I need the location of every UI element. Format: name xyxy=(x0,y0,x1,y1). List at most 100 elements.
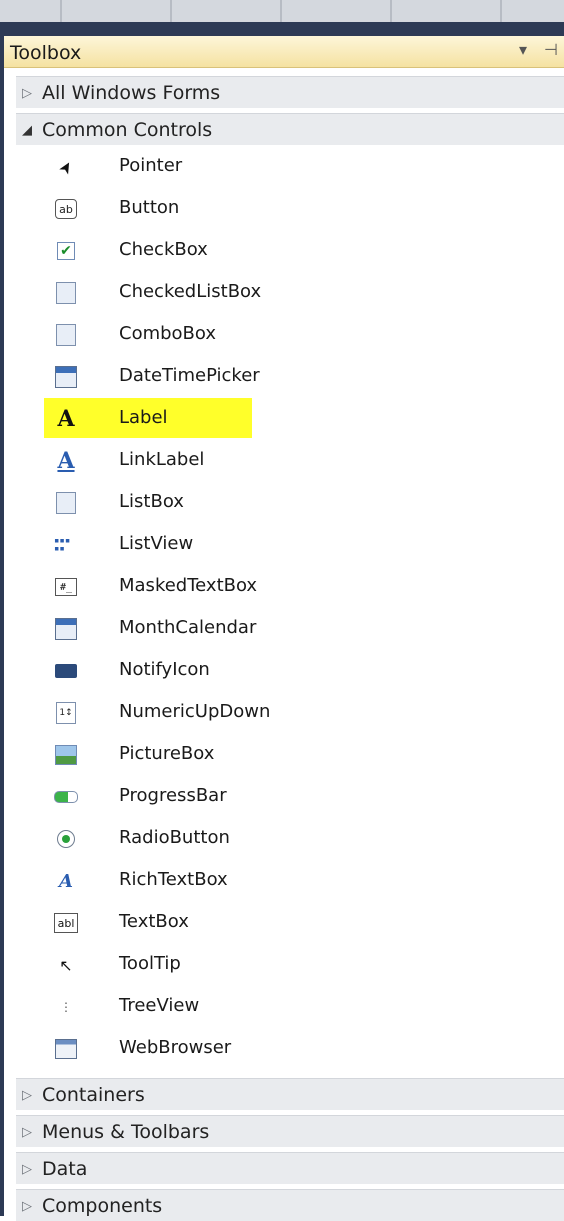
item-label: ListBox xyxy=(119,491,184,512)
numericupdown-icon: 1↕ xyxy=(56,702,76,724)
label-icon: A xyxy=(57,406,75,432)
datetimepicker-icon xyxy=(55,366,77,388)
item-icon-wrapper xyxy=(54,785,78,809)
toolbox-item-pointer[interactable]: ➤ Pointer xyxy=(16,146,564,188)
textbox-icon: abl xyxy=(54,913,78,933)
group-label: Data xyxy=(42,1158,88,1180)
maskedtextbox-icon: #_ xyxy=(55,578,77,596)
collapsed-arrow-icon[interactable]: ▷ xyxy=(22,1088,32,1103)
toolbox-title: Toolbox xyxy=(10,42,82,64)
item-icon-wrapper: #_ xyxy=(54,575,78,599)
tooltip-icon: ↖ xyxy=(59,955,73,975)
toolbox-title-bar[interactable]: Toolbox ▾ ⊣ xyxy=(4,36,564,68)
item-label: TreeView xyxy=(119,995,200,1016)
picturebox-icon xyxy=(55,745,77,765)
item-label: TextBox xyxy=(119,911,189,932)
collapsed-arrow-icon[interactable]: ▷ xyxy=(22,86,32,101)
item-icon-wrapper: ⋮ xyxy=(54,995,78,1019)
toolbox-item-label[interactable]: A Label xyxy=(16,398,564,440)
toolbox-item-notifyicon[interactable]: NotifyIcon xyxy=(16,650,564,692)
toolbox-item-progressbar[interactable]: ProgressBar xyxy=(16,776,564,818)
item-icon-wrapper: ✔ xyxy=(54,239,78,263)
window-frame-bar xyxy=(0,22,564,36)
item-icon-wrapper xyxy=(54,617,78,641)
item-label: WebBrowser xyxy=(119,1037,232,1058)
item-icon-wrapper: ➤ xyxy=(54,155,78,179)
item-label: Button xyxy=(119,197,180,218)
toolbox-item-listview[interactable]: ▪▪▪ ▪▪ ListView xyxy=(16,524,564,566)
toolbox-item-richtextbox[interactable]: A RichTextBox xyxy=(16,860,564,902)
toolbox-item-maskedtextbox[interactable]: #_ MaskedTextBox xyxy=(16,566,564,608)
pointer-icon: ➤ xyxy=(54,156,78,178)
progressbar-icon xyxy=(54,791,78,803)
group-label: Components xyxy=(42,1195,163,1217)
toolbox-item-linklabel[interactable]: A LinkLabel xyxy=(16,440,564,482)
item-icon-wrapper: ab xyxy=(54,197,78,221)
item-label: ComboBox xyxy=(119,323,217,344)
item-icon-wrapper: abl xyxy=(54,911,78,935)
listbox-icon xyxy=(56,492,76,514)
item-label: ProgressBar xyxy=(119,785,227,806)
item-label: CheckBox xyxy=(119,239,208,260)
toolbox-item-combobox[interactable]: ComboBox xyxy=(16,314,564,356)
combobox-icon xyxy=(56,324,76,346)
linklabel-icon: A xyxy=(57,448,75,474)
item-label: ListView xyxy=(119,533,194,554)
item-label: PictureBox xyxy=(119,743,215,764)
group-label: All Windows Forms xyxy=(42,82,221,104)
toolbox-item-textbox[interactable]: abl TextBox xyxy=(16,902,564,944)
group-containers[interactable]: ▷ Containers xyxy=(16,1078,564,1110)
toolbox-panel: ▷ All Windows Forms ◢ Common Controls ➤ Point… xyxy=(4,68,564,1221)
toolbox-item-treeview[interactable]: ⋮ TreeView xyxy=(16,986,564,1028)
group-menus-toolbars[interactable]: ▷ Menus & Toolbars xyxy=(16,1115,564,1147)
checkedlistbox-icon xyxy=(56,282,76,304)
toolbox-item-monthcalendar[interactable]: MonthCalendar xyxy=(16,608,564,650)
group-all-windows-forms[interactable]: ▷ All Windows Forms xyxy=(16,76,564,108)
item-label: CheckedListBox xyxy=(119,281,262,302)
item-icon-wrapper xyxy=(54,827,78,851)
group-label: Containers xyxy=(42,1084,145,1106)
toolbox-item-checkbox[interactable]: ✔ CheckBox xyxy=(16,230,564,272)
item-icon-wrapper: A xyxy=(54,406,78,432)
treeview-icon: ⋮ xyxy=(60,1000,72,1014)
item-icon-wrapper: A xyxy=(54,448,78,474)
collapsed-arrow-icon[interactable]: ▷ xyxy=(22,1199,32,1214)
pin-dropdown-icon[interactable]: ▾ ⊣ xyxy=(519,40,564,59)
item-label: ToolTip xyxy=(119,953,181,974)
button-icon: ab xyxy=(55,199,77,219)
toolbox-item-radiobutton[interactable]: RadioButton xyxy=(16,818,564,860)
group-label: Menus & Toolbars xyxy=(42,1121,210,1143)
group-common-controls[interactable]: ◢ Common Controls xyxy=(16,113,564,145)
listview-icon: ▪▪▪ ▪▪ xyxy=(54,536,71,554)
toolbox-item-button[interactable]: ab Button xyxy=(16,188,564,230)
item-icon-wrapper xyxy=(54,491,78,515)
item-icon-wrapper: ↖ xyxy=(54,953,78,977)
toolbox-item-datetimepicker[interactable]: DateTimePicker xyxy=(16,356,564,398)
expanded-arrow-icon[interactable]: ◢ xyxy=(22,123,32,138)
item-label: Label xyxy=(119,407,168,428)
checkbox-icon: ✔ xyxy=(57,242,75,260)
item-icon-wrapper xyxy=(54,323,78,347)
item-label: MaskedTextBox xyxy=(119,575,258,596)
item-label: LinkLabel xyxy=(119,449,205,470)
item-icon-wrapper: A xyxy=(54,869,78,893)
item-icon-wrapper xyxy=(54,281,78,305)
toolbox-item-checkedlistbox[interactable]: CheckedListBox xyxy=(16,272,564,314)
item-icon-wrapper xyxy=(54,743,78,767)
toolbox-item-numericupdown[interactable]: 1↕ NumericUpDown xyxy=(16,692,564,734)
toolbox-item-tooltip[interactable]: ↖ ToolTip xyxy=(16,944,564,986)
item-label: DateTimePicker xyxy=(119,365,260,386)
collapsed-arrow-icon[interactable]: ▷ xyxy=(22,1125,32,1140)
item-icon-wrapper xyxy=(54,659,78,683)
group-label: Common Controls xyxy=(42,119,213,141)
group-components[interactable]: ▷ Components xyxy=(16,1189,564,1221)
item-icon-wrapper xyxy=(54,365,78,389)
toolbox-item-webbrowser[interactable]: WebBrowser xyxy=(16,1028,564,1070)
item-label: RichTextBox xyxy=(119,869,228,890)
collapsed-arrow-icon[interactable]: ▷ xyxy=(22,1162,32,1177)
toolbox-item-picturebox[interactable]: PictureBox xyxy=(16,734,564,776)
item-icon-wrapper xyxy=(54,1037,78,1061)
toolbox-item-listbox[interactable]: ListBox xyxy=(16,482,564,524)
item-label: NumericUpDown xyxy=(119,701,271,722)
group-data[interactable]: ▷ Data xyxy=(16,1152,564,1184)
